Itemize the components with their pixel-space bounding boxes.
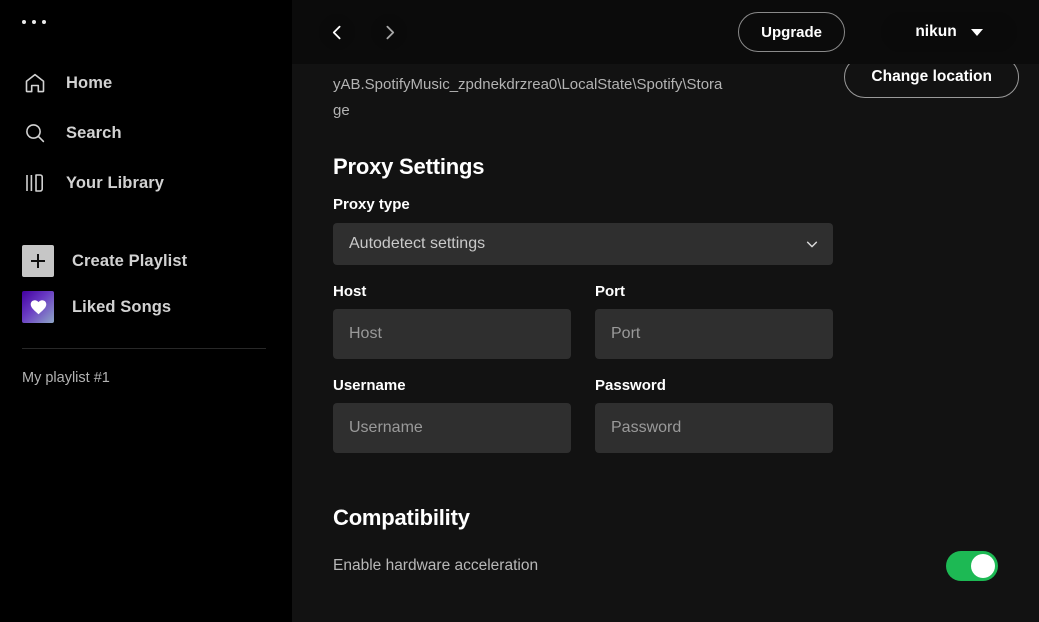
playlist-name: My playlist #1 — [22, 370, 270, 386]
username-password-row: Username Password — [333, 377, 998, 453]
compatibility-heading: Compatibility — [333, 505, 998, 531]
chevron-right-icon — [381, 24, 398, 41]
storage-path-text: yAB.SpotifyMusic_zpdnekdrzrea0\LocalStat… — [333, 64, 723, 124]
library-actions: Create Playlist Liked Songs — [0, 238, 292, 330]
sidebar-item-your-library[interactable]: Your Library — [0, 158, 292, 208]
plus-icon — [22, 245, 54, 277]
nav-arrows — [319, 14, 407, 50]
create-playlist-button[interactable]: Create Playlist — [0, 238, 292, 284]
primary-nav: Home Search — [0, 58, 292, 208]
more-options-icon[interactable] — [22, 20, 46, 24]
sidebar-item-label: Your Library — [66, 174, 164, 193]
back-button[interactable] — [319, 14, 355, 50]
port-input[interactable] — [595, 309, 833, 359]
forward-button[interactable] — [371, 14, 407, 50]
toggle-knob — [971, 554, 995, 578]
library-icon — [22, 170, 48, 196]
top-bar: Upgrade nikun — [292, 0, 1039, 64]
home-icon — [22, 70, 48, 96]
liked-songs-label: Liked Songs — [72, 298, 171, 317]
proxy-type-select[interactable]: Autodetect settings — [333, 223, 833, 265]
proxy-type-value: Autodetect settings — [349, 235, 485, 253]
host-port-row: Host Port — [333, 283, 998, 359]
hardware-acceleration-row: Enable hardware acceleration — [333, 551, 998, 581]
sidebar-divider — [22, 348, 266, 349]
sidebar-item-label: Home — [66, 74, 112, 93]
sidebar-item-home[interactable]: Home — [0, 58, 292, 108]
heart-icon — [22, 291, 54, 323]
password-input[interactable] — [595, 403, 833, 453]
chevron-down-icon — [971, 29, 983, 36]
host-input[interactable] — [333, 309, 571, 359]
proxy-type-label: Proxy type — [333, 196, 998, 213]
port-label: Port — [595, 283, 833, 300]
sidebar: Home Search — [0, 0, 292, 622]
upgrade-button[interactable]: Upgrade — [738, 12, 845, 52]
create-playlist-label: Create Playlist — [72, 252, 187, 271]
dot — [42, 20, 46, 24]
user-menu-button[interactable]: nikun — [881, 12, 1017, 52]
proxy-settings-heading: Proxy Settings — [333, 154, 998, 180]
sidebar-item-search[interactable]: Search — [0, 108, 292, 158]
liked-songs-button[interactable]: Liked Songs — [0, 284, 292, 330]
username-input[interactable] — [333, 403, 571, 453]
spotify-settings-window: Home Search — [0, 0, 1039, 622]
chevron-down-icon — [805, 237, 819, 251]
dot — [22, 20, 26, 24]
hardware-acceleration-toggle[interactable] — [946, 551, 998, 581]
chevron-left-icon — [329, 24, 346, 41]
sidebar-item-label: Search — [66, 124, 122, 143]
host-label: Host — [333, 283, 571, 300]
list-item[interactable]: My playlist #1 — [0, 364, 292, 392]
user-name: nikun — [915, 23, 956, 41]
hardware-acceleration-label: Enable hardware acceleration — [333, 557, 538, 575]
main-content: yAB.SpotifyMusic_zpdnekdrzrea0\LocalStat… — [292, 0, 1039, 622]
search-icon — [22, 120, 48, 146]
password-label: Password — [595, 377, 833, 394]
dot — [32, 20, 36, 24]
username-label: Username — [333, 377, 571, 394]
playlist-list: My playlist #1 — [0, 364, 292, 392]
